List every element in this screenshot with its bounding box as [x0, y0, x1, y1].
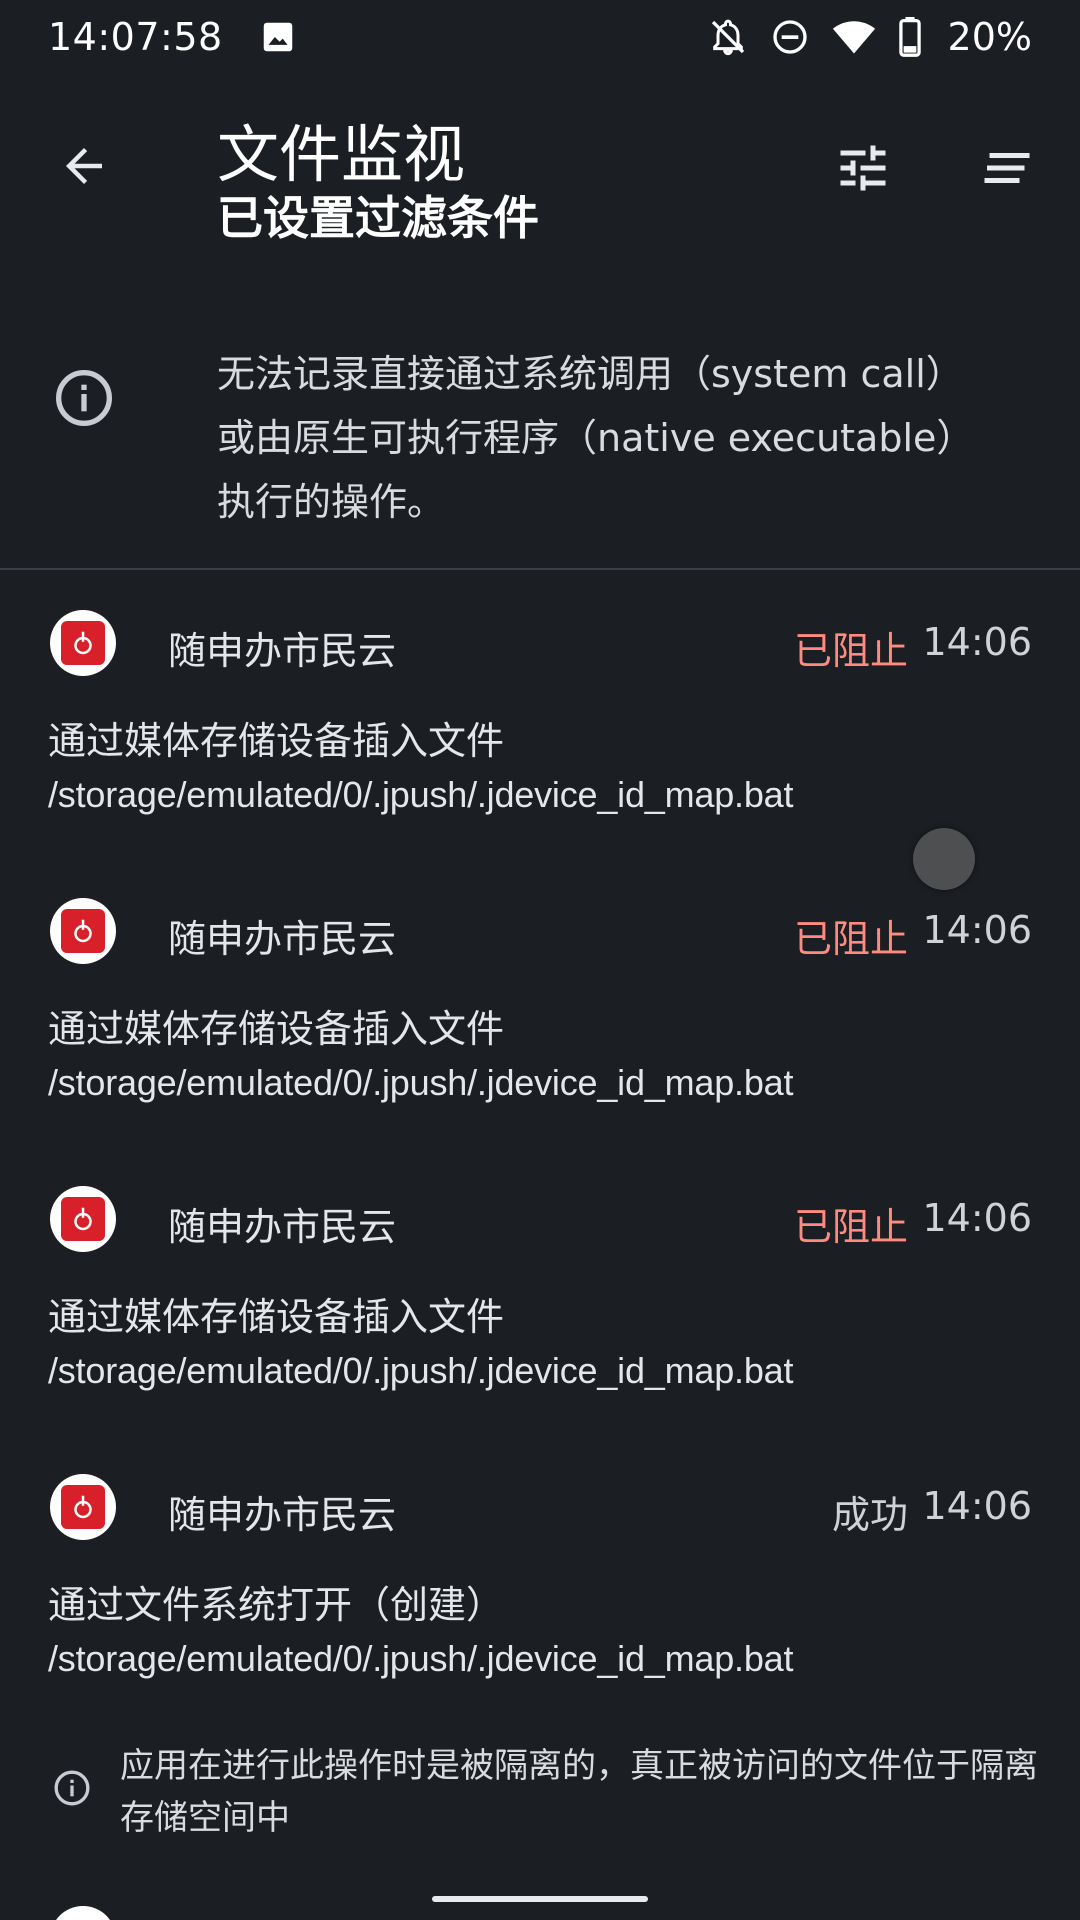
status-time: 14:07:58 [48, 15, 223, 59]
sort-button[interactable] [962, 128, 1052, 208]
isolation-note: 应用在进行此操作时是被隔离的，真正被访问的文件位于隔离存储空间中 [0, 1740, 1080, 1860]
arrow-back-icon [66, 148, 102, 184]
status-bar: 14:07:58 20% [0, 0, 1080, 74]
app-name: 随申办市民云 [168, 1205, 397, 1249]
bell-off-icon [711, 19, 744, 56]
app-icon [50, 610, 116, 676]
wifi-icon [832, 21, 875, 54]
app-name: 随申办市民云 [168, 629, 397, 673]
notice-text: 无法记录直接通过系统调用（system call）或由原生可执行程序（nativ… [217, 352, 975, 524]
event-time: 14:06 [922, 908, 1032, 952]
image-icon [263, 22, 292, 52]
page-subtitle: 已设置过滤条件 [217, 191, 539, 245]
app-name: 随申办市民云 [168, 917, 397, 961]
event-time: 14:06 [922, 620, 1032, 664]
file-path: /storage/emulated/0/.jpush/.jdevice_id_m… [48, 774, 794, 815]
info-icon [56, 370, 112, 426]
limitation-notice: 无法记录直接通过系统调用（system call）或由原生可执行程序（nativ… [0, 330, 1080, 570]
file-path: /storage/emulated/0/.jpush/.jdevice_id_m… [48, 1638, 794, 1679]
app-icon [50, 1474, 116, 1540]
battery-icon [898, 17, 921, 57]
status-icons: 20% [708, 15, 1032, 59]
app-icon [50, 1906, 116, 1920]
filter-button[interactable] [818, 128, 908, 208]
page-title: 文件监视 [217, 118, 466, 191]
event-time: 14:06 [922, 1484, 1032, 1528]
file-path: /storage/emulated/0/.jpush/.jdevice_id_m… [48, 1062, 794, 1103]
battery-percent: 20% [947, 15, 1032, 59]
file-monitor-screen: 14:07:58 20% 文件监视 已设置过滤条件 无法记录直接通过系统调用（s… [0, 0, 1080, 1920]
operation-text: 通过媒体存储设备插入文件 [48, 1295, 505, 1339]
operation-text: 通过媒体存储设备插入文件 [48, 1007, 505, 1051]
status-badge: 成功 [831, 1493, 908, 1537]
operation-text: 通过媒体存储设备插入文件 [48, 719, 505, 763]
divider [0, 568, 1080, 570]
isolation-note-text: 应用在进行此操作时是被隔离的，真正被访问的文件位于隔离存储空间中 [120, 1746, 1038, 1838]
info-icon [54, 1770, 90, 1806]
app-icon [50, 1186, 116, 1252]
status-badge: 已阻止 [793, 629, 908, 673]
status-badge: 已阻止 [793, 917, 908, 961]
operation-text: 通过文件系统打开（创建） [48, 1583, 505, 1627]
gesture-nav-handle[interactable] [432, 1896, 648, 1902]
sort-icon [984, 153, 1030, 183]
status-badge: 已阻止 [793, 1205, 908, 1249]
event-item[interactable]: 随申办市民云 成功 14:06 通过文件系统打开（创建） /storage/em… [0, 1464, 1080, 1752]
file-path: /storage/emulated/0/.jpush/.jdevice_id_m… [48, 1350, 794, 1391]
app-bar: 文件监视 已设置过滤条件 [0, 74, 1080, 264]
back-button[interactable] [44, 126, 124, 206]
touch-indicator [913, 828, 975, 890]
app-name: 随申办市民云 [168, 1493, 397, 1537]
do-not-disturb-icon [772, 20, 807, 54]
app-icon [50, 898, 116, 964]
tune-icon [840, 145, 886, 191]
event-item[interactable]: 随申办市民云 已阻止 14:06 通过媒体存储设备插入文件 /storage/e… [0, 1176, 1080, 1464]
event-item[interactable]: 随申办市民云 已阻止 14:06 通过媒体存储设备插入文件 /storage/e… [0, 888, 1080, 1176]
event-time: 14:06 [922, 1196, 1032, 1240]
